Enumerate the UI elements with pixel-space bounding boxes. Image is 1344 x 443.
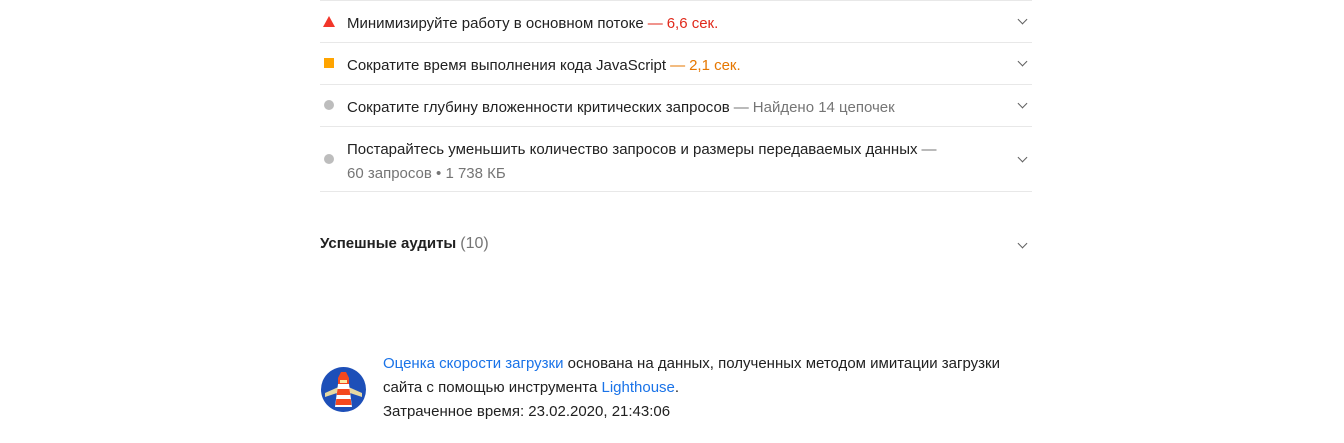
lighthouse-logo-icon [321, 367, 366, 412]
fail-triangle-icon [323, 16, 335, 27]
audit-resource-summary[interactable]: Постарайтесь уменьшить количество запрос… [320, 126, 1032, 192]
audit-title: Минимизируйте работу в основном потоке [347, 15, 644, 32]
chevron-down-icon[interactable] [1017, 152, 1028, 163]
footer-period: . [674, 379, 680, 396]
audit-bootup-time[interactable]: Сократите время выполнения кода JavaScri… [320, 42, 1032, 84]
audit-metric: 6,6 сек. [666, 15, 719, 32]
audit-text: Сократите глубину вложенности критически… [347, 96, 997, 120]
audit-text: Постарайтесь уменьшить количество запрос… [347, 138, 997, 186]
audit-title: Сократите глубину вложенности критически… [347, 99, 730, 116]
passed-audits-title: Успешные аудиты [320, 235, 457, 252]
audit-separator: — [647, 15, 663, 32]
average-square-icon [324, 58, 334, 68]
audit-metric: 2,1 сек. [689, 57, 741, 74]
audit-metric: 60 запросов • 1 738 КБ [347, 165, 506, 182]
chevron-down-icon[interactable] [1017, 56, 1028, 67]
info-circle-icon [324, 154, 334, 164]
audit-title: Сократите время выполнения кода JavaScri… [347, 57, 667, 74]
chevron-down-icon[interactable] [1017, 238, 1028, 249]
chevron-down-icon[interactable] [1017, 98, 1028, 109]
audit-title: Постарайтесь уменьшить количество запрос… [347, 141, 918, 158]
passed-audits-count: (10) [460, 235, 489, 252]
opportunities-list: Минимизируйте работу в основном потоке —6… [320, 0, 1032, 192]
audit-text: Минимизируйте работу в основном потоке —6… [347, 12, 997, 36]
chevron-down-icon[interactable] [1017, 14, 1028, 25]
audit-metric: Найдено 14 цепочек [752, 99, 895, 116]
lighthouse-link[interactable]: Lighthouse [601, 379, 674, 396]
audit-separator: — [921, 141, 937, 158]
audit-mainthread-work[interactable]: Минимизируйте работу в основном потоке —6… [320, 0, 1032, 42]
info-circle-icon [324, 100, 334, 110]
passed-audits-group[interactable]: Успешные аудиты (10) [320, 232, 1032, 262]
audit-separator: — [733, 99, 749, 116]
audit-separator: — [670, 57, 686, 74]
elapsed-time: Затраченное время: 23.02.2020, 21:43:06 [383, 403, 671, 420]
footer-text: Оценка скорости загрузки основана на дан… [383, 352, 1023, 424]
audit-text: Сократите время выполнения кода JavaScri… [347, 54, 997, 78]
speed-index-link[interactable]: Оценка скорости загрузки [383, 355, 563, 372]
audit-critical-request-chains[interactable]: Сократите глубину вложенности критически… [320, 84, 1032, 126]
